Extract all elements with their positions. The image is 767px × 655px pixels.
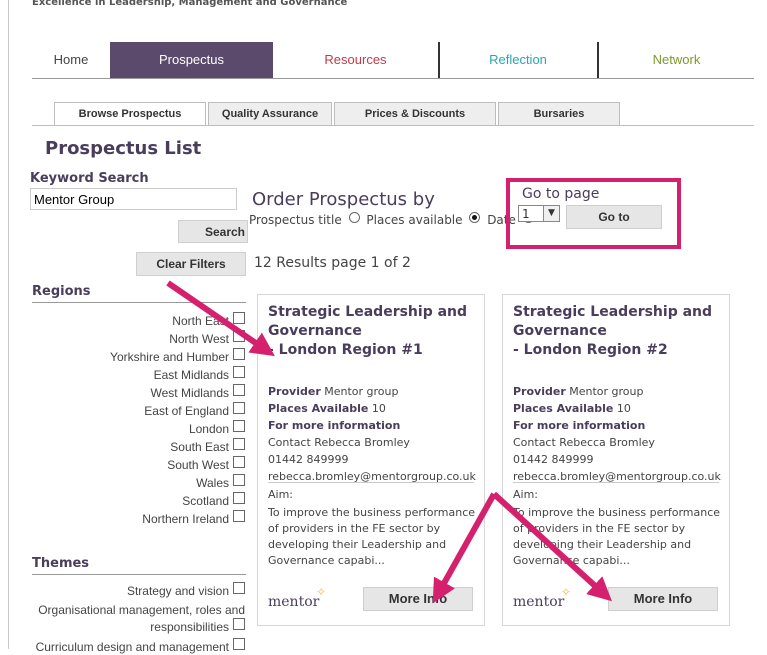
contact-name: Contact Rebecca Bromley <box>513 436 655 449</box>
regions-heading: Regions <box>32 284 91 299</box>
nav-reflection[interactable]: Reflection <box>439 42 599 78</box>
order-places-radio[interactable] <box>469 212 481 223</box>
course-card-2: Strategic Leadership and Governance - Lo… <box>502 294 730 626</box>
page-title: Prospectus List <box>45 138 202 159</box>
places-value: 10 <box>371 402 386 415</box>
results-count: 12 Results page 1 of 2 <box>254 255 411 271</box>
checkbox[interactable] <box>233 638 245 650</box>
chevron-down-icon: ▼ <box>543 206 559 221</box>
keyword-search-input[interactable] <box>30 188 237 210</box>
course-title[interactable]: Strategic Leadership and Governance - Lo… <box>513 303 719 360</box>
region-north-west[interactable]: North West <box>169 330 245 346</box>
checkbox[interactable] <box>233 618 245 630</box>
page-select[interactable]: 1 ▼ <box>518 205 560 222</box>
contact-name: Contact Rebecca Bromley <box>268 436 410 449</box>
checkbox[interactable] <box>233 402 245 414</box>
regions-divider <box>32 302 246 303</box>
tab-bursaries[interactable]: Bursaries <box>498 102 620 125</box>
provider-label: Provider <box>513 385 566 398</box>
order-option-title-label: Prospectus title <box>249 213 342 227</box>
theme-curriculum-design[interactable]: Curriculum design and management <box>36 638 245 654</box>
more-info-button[interactable]: More Info <box>608 587 718 611</box>
checkbox[interactable] <box>233 510 245 522</box>
contact-phone: 01442 849999 <box>513 453 594 466</box>
goto-page-label: Go to page <box>522 186 600 202</box>
places-value: 10 <box>616 402 631 415</box>
nav-prospectus[interactable]: Prospectus <box>110 42 273 78</box>
page-select-value: 1 <box>522 207 530 221</box>
checkbox[interactable] <box>233 384 245 396</box>
places-label: Places Available <box>268 402 369 415</box>
tab-quality-assurance[interactable]: Quality Assurance <box>208 102 332 125</box>
region-east-of-england[interactable]: East of England <box>144 402 245 418</box>
course-title[interactable]: Strategic Leadership and Governance - Lo… <box>268 303 474 360</box>
aim-text: To improve the business performance of p… <box>268 506 476 567</box>
region-scotland[interactable]: Scotland <box>182 492 245 508</box>
region-yorkshire-humber[interactable]: Yorkshire and Humber <box>110 348 245 364</box>
checkbox[interactable] <box>233 330 245 342</box>
aim-label: Aim: <box>268 488 294 501</box>
goto-button[interactable]: Go to <box>566 205 662 229</box>
main-nav: Home Prospectus Resources Reflection Net… <box>32 42 754 79</box>
region-west-midlands[interactable]: West Midlands <box>151 384 245 400</box>
checkbox[interactable] <box>233 348 245 360</box>
theme-strategy-vision[interactable]: Strategy and vision <box>127 582 245 598</box>
checkbox[interactable] <box>233 420 245 432</box>
checkbox[interactable] <box>233 474 245 486</box>
nav-home[interactable]: Home <box>32 42 110 78</box>
star-icon: ✧ <box>561 585 572 599</box>
provider-value: Mentor group <box>569 385 644 398</box>
contact-phone: 01442 849999 <box>268 453 349 466</box>
checkbox[interactable] <box>233 492 245 504</box>
tab-prices-discounts[interactable]: Prices & Discounts <box>334 102 496 125</box>
card-divider <box>268 482 474 483</box>
checkbox[interactable] <box>233 366 245 378</box>
provider-value: Mentor group <box>324 385 399 398</box>
region-east-midlands[interactable]: East Midlands <box>154 366 245 382</box>
region-south-east[interactable]: South East <box>170 438 245 454</box>
region-north-east[interactable]: North East <box>172 312 245 328</box>
themes-divider <box>32 574 246 575</box>
region-northern-ireland[interactable]: Northern Ireland <box>142 510 245 526</box>
checkbox[interactable] <box>233 582 245 594</box>
site-tagline: Excellence in Leadership, Management and… <box>32 0 348 8</box>
region-wales[interactable]: Wales <box>196 474 245 490</box>
aim-text: To improve the business performance of p… <box>513 506 721 567</box>
mentor-logo: mentor <box>513 594 565 610</box>
checkbox[interactable] <box>233 312 245 324</box>
themes-heading: Themes <box>32 556 90 571</box>
keyword-search-label: Keyword Search <box>30 171 149 186</box>
order-option-places-label: Places available <box>366 213 463 227</box>
order-options: Prospectus title Places available Date <box>249 212 537 227</box>
clear-filters-button[interactable]: Clear Filters <box>136 252 246 276</box>
more-info-heading: For more information <box>513 419 646 432</box>
star-icon: ✧ <box>316 585 327 599</box>
mentor-logo: mentor <box>268 594 320 610</box>
nav-resources[interactable]: Resources <box>273 42 440 78</box>
more-info-heading: For more information <box>268 419 401 432</box>
aim-label: Aim: <box>513 488 539 501</box>
tab-browse-prospectus[interactable]: Browse Prospectus <box>54 102 206 125</box>
checkbox[interactable] <box>233 438 245 450</box>
card-divider <box>513 482 719 483</box>
checkbox[interactable] <box>233 456 245 468</box>
order-prospectus-title: Order Prospectus by <box>252 189 435 210</box>
nav-network[interactable]: Network <box>599 42 754 78</box>
provider-label: Provider <box>268 385 321 398</box>
places-label: Places Available <box>513 402 614 415</box>
theme-org-management[interactable]: responsibilities <box>150 618 245 634</box>
theme-org-management-line1: Organisational management, roles and <box>38 603 245 617</box>
region-london[interactable]: London <box>189 420 245 436</box>
course-card-1: Strategic Leadership and Governance - Lo… <box>257 294 485 626</box>
order-title-radio[interactable] <box>348 212 360 223</box>
sub-tabs: Browse Prospectus Quality Assurance Pric… <box>32 102 754 126</box>
more-info-button[interactable]: More Info <box>363 587 473 611</box>
region-south-west[interactable]: South West <box>167 456 245 472</box>
search-button[interactable]: Search <box>178 220 248 243</box>
